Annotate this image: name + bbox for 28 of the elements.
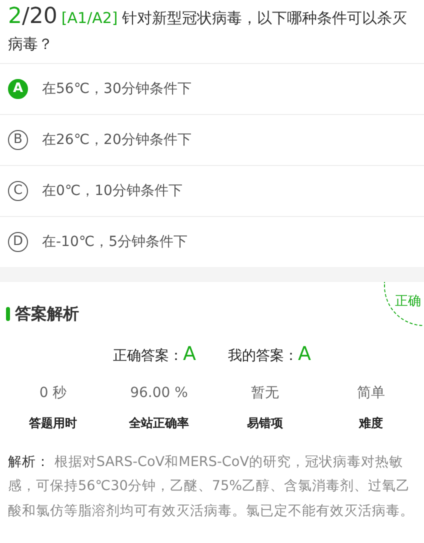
option-text: 在26℃，20分钟条件下 [42,130,192,150]
option-text: 在-10℃，5分钟条件下 [42,232,188,252]
explanation-text: 解析： 根据对SARS-CoV和MERS-CoV的研究，冠状病毒对热敏感，可保持56℃30分钟，乙醚、75%乙醇、含氯消毒剂、过氧乙酸和氯仿等脂溶剂均可有效灭活病毒。氯已定不能有效灭活病毒。 [7,452,415,520]
section-title: 答案解析 [15,303,79,325]
correct-stamp: 正确 [384,282,424,326]
stat-label: 难度 [359,416,383,430]
option-text: 在56℃，30分钟条件下 [42,80,192,98]
option-letter: D [8,232,28,252]
stat-value: 简单 [356,384,386,402]
my-answer-label: 我的答案： [228,348,298,364]
stat-label: 易错项 [247,416,283,430]
option-letter: A [8,79,28,99]
answer-option[interactable]: B 在26℃，20分钟条件下 [0,114,424,165]
answer-option[interactable]: A 在56℃，30分钟条件下 [0,63,424,114]
stat-value: 96.00 % [129,384,189,402]
my-answer: A [298,343,311,365]
option-letter: B [8,130,28,150]
stat-value: 暂无 [250,384,280,402]
option-text: 在0℃，10分钟条件下 [42,182,182,200]
correct-answer-label: 正确答案： [113,348,183,364]
option-letter: C [8,181,28,201]
question-heading: 2/20 [A1/A2] 针对新型冠状病毒，以下哪种条件可以杀灭病毒？ [7,3,408,55]
correct-answer: A [183,343,196,365]
stat-label: 答题用时 [29,416,77,430]
section-marker [6,307,10,321]
answer-option[interactable]: C 在0℃，10分钟条件下 [0,165,424,216]
stat-label: 全站正确率 [129,416,189,430]
stat-value: 0 秒 [38,384,68,402]
